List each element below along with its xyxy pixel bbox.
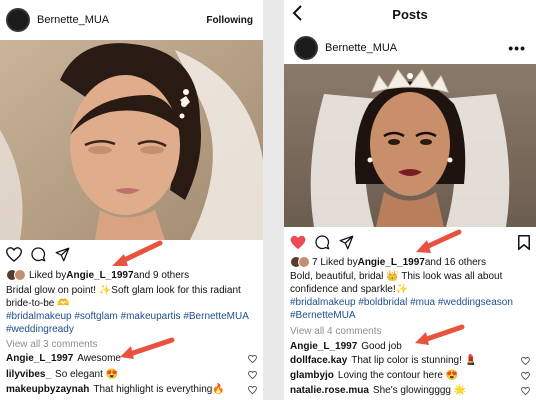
comment-row: natalie.rose.mua She's glowingggg 🌟	[290, 385, 530, 396]
heart-icon[interactable]	[521, 371, 530, 380]
heart-icon[interactable]	[248, 385, 257, 394]
heart-icon[interactable]	[521, 356, 530, 365]
comment-user[interactable]: lilyvibes_	[6, 369, 51, 380]
comment-icon[interactable]	[31, 246, 46, 262]
comment-row: glambyjo Loving the contour here 😍	[290, 370, 530, 381]
screen-title: Posts	[392, 7, 428, 22]
bookmark-icon[interactable]	[518, 234, 530, 250]
more-options-button[interactable]: •••	[508, 41, 526, 55]
share-icon[interactable]	[55, 247, 70, 262]
post-actions	[6, 245, 257, 263]
right-post-panel: Posts Bernette_MUA ••• 7 Liked by Angie_…	[284, 0, 536, 400]
comment-user[interactable]: Angie_L_1997	[290, 341, 357, 352]
likes-summary: Liked by Angie_L_1997 and 9 others	[6, 269, 259, 281]
caption-lead: Bold,	[290, 271, 313, 282]
heart-icon[interactable]	[6, 246, 22, 262]
post-header: Bernette_MUA •••	[284, 28, 536, 68]
caption-text: glow on point! ✨Soft glam look for this …	[6, 285, 241, 309]
avatar[interactable]	[294, 36, 318, 60]
following-button[interactable]: Following	[206, 15, 253, 26]
comment-user[interactable]: makeupbyzaynah	[6, 384, 89, 395]
caption: Bold, beautiful, bridal 👑 This look was …	[290, 270, 530, 322]
comment-user[interactable]: Angie_L_1997	[6, 353, 73, 364]
liked-user[interactable]: Angie_L_1997	[66, 270, 133, 281]
hashtags[interactable]: #bridalmakeup #boldbridal #mua #weddings…	[290, 297, 513, 321]
comment-row: lilyvibes_ So elegant 😍	[6, 369, 257, 380]
username[interactable]: Bernette_MUA	[325, 42, 397, 54]
heart-icon[interactable]	[290, 235, 306, 250]
liker-avatar	[298, 256, 310, 268]
comment-row: dollface.kay That lip color is stunning!…	[290, 355, 530, 366]
avatar[interactable]	[6, 8, 30, 32]
post-image[interactable]	[284, 64, 536, 227]
caption: Bridal glow on point! ✨Soft glam look fo…	[6, 284, 257, 336]
view-all-comments[interactable]: View all 4 comments	[290, 326, 382, 337]
view-all-comments[interactable]: View all 3 comments	[6, 339, 98, 350]
heart-icon[interactable]	[248, 370, 257, 379]
comment-icon[interactable]	[315, 234, 330, 250]
heart-icon[interactable]	[521, 386, 530, 395]
comment-user[interactable]: natalie.rose.mua	[290, 385, 369, 396]
username[interactable]: Bernette_MUA	[37, 14, 109, 26]
comment-text: That highlight is everything🔥	[93, 384, 225, 395]
bride-photo	[284, 64, 536, 227]
comment-row: Angie_L_1997 Awesome	[6, 353, 257, 364]
liked-suffix[interactable]: and 16 others	[425, 257, 486, 268]
post-header: Bernette_MUA Following	[0, 0, 263, 40]
comment-text: That lip color is stunning! 💄	[351, 355, 478, 366]
post-image[interactable]	[0, 40, 263, 240]
comment-text: So elegant 😍	[55, 369, 119, 380]
comment-text: Awesome	[77, 353, 121, 364]
left-post-panel: Bernette_MUA Following Liked by Angie_L_…	[0, 0, 263, 400]
liked-user[interactable]: Angie_L_1997	[358, 257, 425, 268]
comment-row: makeupbyzaynah That highlight is everyth…	[6, 384, 257, 395]
bride-photo	[0, 40, 263, 240]
comment-row: Angie_L_1997 Good job	[290, 341, 530, 352]
comment-user[interactable]: dollface.kay	[290, 355, 347, 366]
comment-text: Good job	[361, 341, 402, 352]
comment-text: She's glowingggg 🌟	[372, 385, 467, 396]
comment-user[interactable]: glambyjo	[290, 370, 334, 381]
liked-suffix[interactable]: and 9 others	[134, 270, 190, 281]
liker-avatar	[14, 269, 26, 281]
caption-lead: Bridal	[6, 285, 32, 296]
heart-icon[interactable]	[248, 354, 257, 363]
hashtags[interactable]: #bridalmakeup #softglam #makeupartis #Be…	[6, 311, 248, 335]
liked-prefix: 7 Liked by	[312, 256, 358, 268]
share-icon[interactable]	[339, 235, 354, 250]
caption-text: beautiful, bridal 👑 This look was all ab…	[290, 271, 503, 295]
likes-summary: 7 Liked by Angie_L_1997 and 16 others	[290, 256, 532, 268]
comment-text: Loving the contour here 😍	[337, 370, 459, 381]
liked-prefix: Liked by	[29, 269, 67, 281]
post-actions	[290, 233, 530, 251]
